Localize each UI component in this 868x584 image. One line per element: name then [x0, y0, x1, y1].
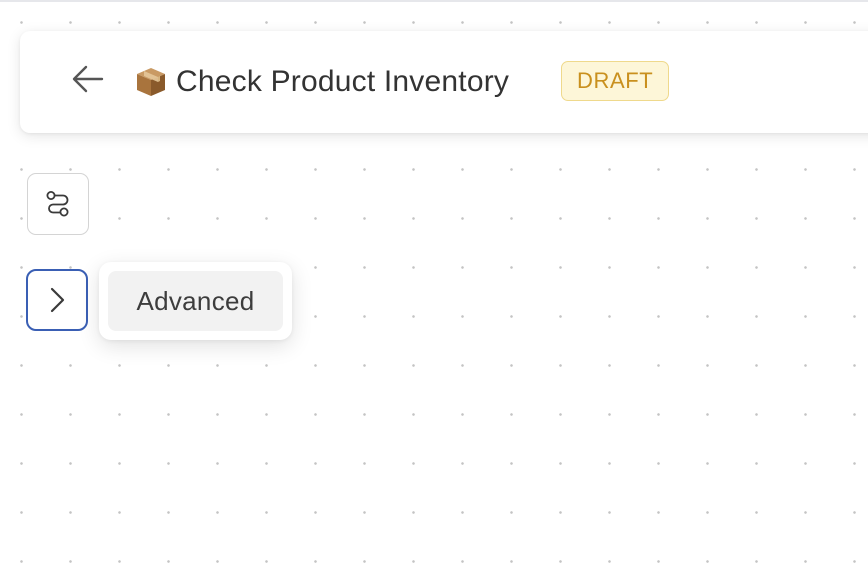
tooltip-label: Advanced	[108, 271, 283, 331]
advanced-tooltip: Advanced	[99, 262, 292, 340]
back-button[interactable]	[70, 61, 106, 97]
page-title: Check Product Inventory	[134, 61, 509, 103]
workflow-button[interactable]	[27, 173, 89, 235]
chevron-right-icon	[50, 287, 65, 313]
page-title-text: Check Product Inventory	[176, 65, 510, 98]
top-divider	[0, 0, 868, 2]
workflow-path-icon	[46, 191, 69, 217]
arrow-left-icon	[72, 65, 104, 93]
package-icon	[134, 65, 168, 99]
status-badge: DRAFT	[561, 61, 670, 101]
expand-sidebar-button[interactable]	[26, 269, 88, 331]
header-bar: Check Product Inventory DRAFT	[20, 31, 868, 133]
